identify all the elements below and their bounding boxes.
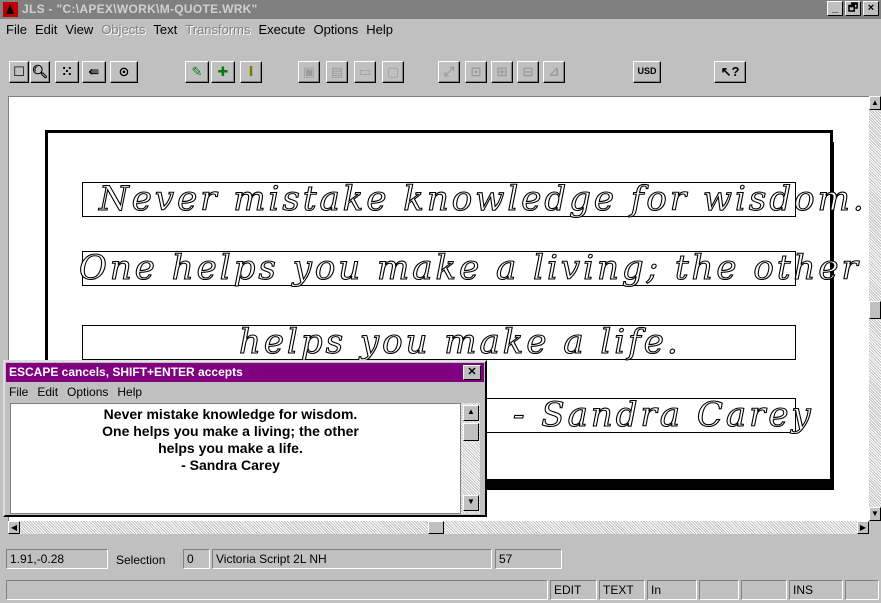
dialog-menu-file[interactable]: File bbox=[9, 385, 28, 399]
scroll-right-icon[interactable]: ▶ bbox=[857, 521, 869, 534]
minimize-button[interactable]: _ bbox=[827, 1, 843, 16]
status-message bbox=[6, 580, 548, 600]
units-indicator: In bbox=[647, 580, 697, 600]
menu-bar: File Edit View Objects Text Transforms E… bbox=[0, 19, 881, 39]
distribute-icon[interactable]: ⊟ bbox=[517, 61, 539, 83]
menu-execute[interactable]: Execute bbox=[256, 22, 311, 37]
usd-button[interactable]: USD bbox=[633, 61, 661, 83]
text-line-3-content: helps you make a life. bbox=[238, 322, 681, 362]
status-slot-1 bbox=[699, 580, 739, 600]
text-entry-dialog[interactable]: ESCAPE cancels, SHIFT+ENTER accepts ✕ Fi… bbox=[3, 360, 487, 517]
dialog-scroll-thumb[interactable] bbox=[463, 423, 479, 441]
dialog-text-line-2: One helps you make a living; the other bbox=[102, 423, 359, 439]
horizontal-scrollbar[interactable]: ◀ ▶ bbox=[8, 521, 869, 534]
menu-edit[interactable]: Edit bbox=[33, 22, 63, 37]
zoom-icon[interactable]: 🔍︎ bbox=[30, 61, 50, 83]
pan-icon[interactable]: ⇚ bbox=[82, 61, 106, 83]
toolbar: ☐ 🔍︎ ⁙ ⇚ ⊙ ✎ ✚ Ⅰ ▣ ▤ ▭ ▢ ⤢ ⊡ ⊞ ⊟ ⊿ USD ↖… bbox=[0, 39, 881, 94]
mode-status-bar: EDIT TEXT In INS bbox=[0, 576, 881, 603]
object-icon[interactable]: ▢ bbox=[382, 61, 404, 83]
frame-icon[interactable]: ▣ bbox=[298, 61, 320, 83]
dialog-scroll-down-icon[interactable]: ▼ bbox=[463, 495, 479, 511]
text-mode-indicator: TEXT bbox=[599, 580, 645, 600]
menu-help[interactable]: Help bbox=[364, 22, 399, 37]
scale-icon[interactable]: ⤢ bbox=[438, 61, 460, 83]
menu-view[interactable]: View bbox=[63, 22, 99, 37]
vertical-scroll-thumb[interactable] bbox=[869, 301, 881, 319]
dialog-scrollbar[interactable]: ▲ ▼ bbox=[461, 403, 480, 514]
add-icon[interactable]: ✚ bbox=[211, 61, 235, 83]
dialog-title: ESCAPE cancels, SHIFT+ENTER accepts bbox=[9, 365, 243, 379]
text-line-2-content: One helps you make a living; the other bbox=[78, 248, 861, 288]
dialog-text-area[interactable]: Never mistake knowledge for wisdom. One … bbox=[10, 403, 461, 514]
dialog-menu-options[interactable]: Options bbox=[67, 385, 108, 399]
window-controls: _ 🗗 × bbox=[827, 1, 879, 16]
field-icon[interactable]: ▭ bbox=[354, 61, 376, 83]
font-size-field: 57 bbox=[495, 549, 562, 569]
vertical-scrollbar[interactable]: ▲ ▼ bbox=[869, 96, 881, 521]
select-box-icon[interactable]: ☐ bbox=[9, 61, 29, 83]
text-cursor-icon[interactable]: Ⅰ bbox=[240, 61, 262, 83]
context-help-icon[interactable]: ↖? bbox=[714, 61, 746, 83]
cursor-coordinates: 1.91,-0.28 bbox=[6, 549, 108, 569]
close-button[interactable]: × bbox=[863, 1, 879, 16]
dialog-text-line-3: helps you make a life. bbox=[158, 440, 303, 456]
horizontal-scroll-thumb[interactable] bbox=[428, 521, 444, 534]
resize-icon[interactable]: ⊡ bbox=[465, 61, 487, 83]
transform-icon[interactable]: ⊿ bbox=[543, 61, 565, 83]
insert-mode-indicator: INS bbox=[789, 580, 843, 600]
text-line-4-content: - Sandra Carey bbox=[512, 395, 814, 435]
status-bar: 1.91,-0.28 Selection 0 Victoria Script 2… bbox=[0, 545, 881, 573]
scroll-down-icon[interactable]: ▼ bbox=[869, 507, 881, 521]
font-name-field: Victoria Script 2L NH bbox=[212, 549, 492, 569]
dialog-text-line-4: - Sandra Carey bbox=[181, 457, 280, 473]
scroll-left-icon[interactable]: ◀ bbox=[8, 521, 20, 534]
pen-icon[interactable]: ✎ bbox=[185, 61, 209, 83]
scroll-up-icon[interactable]: ▲ bbox=[869, 96, 881, 110]
layout-icon[interactable]: ▤ bbox=[326, 61, 348, 83]
dialog-title-bar[interactable]: ESCAPE cancels, SHIFT+ENTER accepts ✕ bbox=[6, 363, 484, 382]
text-line-1[interactable]: Never mistake knowledge for wisdom. bbox=[82, 181, 864, 217]
align-icon[interactable]: ⊞ bbox=[491, 61, 513, 83]
title-bar[interactable]: JLS - "C:\APEX\WORK\M-QUOTE.WRK" _ 🗗 × bbox=[0, 0, 881, 19]
dialog-menu-edit[interactable]: Edit bbox=[37, 385, 58, 399]
menu-file[interactable]: File bbox=[4, 22, 33, 37]
window-title: JLS - "C:\APEX\WORK\M-QUOTE.WRK" bbox=[22, 2, 258, 16]
status-slot-3 bbox=[845, 580, 879, 600]
menu-text[interactable]: Text bbox=[151, 22, 183, 37]
text-line-3[interactable]: helps you make a life. bbox=[82, 322, 796, 362]
status-slot-2 bbox=[741, 580, 787, 600]
selection-count: 0 bbox=[183, 549, 210, 569]
dialog-close-button[interactable]: ✕ bbox=[463, 365, 481, 380]
text-line-1-content: Never mistake knowledge for wisdom. bbox=[98, 179, 867, 219]
app-logo-icon[interactable] bbox=[3, 2, 18, 17]
edit-mode-indicator: EDIT bbox=[550, 580, 597, 600]
selection-label: Selection bbox=[116, 553, 166, 567]
text-line-2[interactable]: One helps you make a living; the other bbox=[78, 250, 858, 286]
menu-options[interactable]: Options bbox=[311, 22, 364, 37]
dialog-menu-bar: File Edit Options Help bbox=[9, 385, 151, 399]
dialog-scroll-up-icon[interactable]: ▲ bbox=[463, 405, 479, 421]
restore-button[interactable]: 🗗 bbox=[845, 1, 861, 16]
grid-icon[interactable]: ⁙ bbox=[55, 61, 79, 83]
dialog-menu-help[interactable]: Help bbox=[117, 385, 142, 399]
view-icon[interactable]: ⊙ bbox=[110, 61, 138, 83]
menu-transforms[interactable]: Transforms bbox=[183, 22, 256, 37]
dialog-text-line-1: Never mistake knowledge for wisdom. bbox=[103, 406, 358, 422]
menu-objects[interactable]: Objects bbox=[99, 22, 151, 37]
